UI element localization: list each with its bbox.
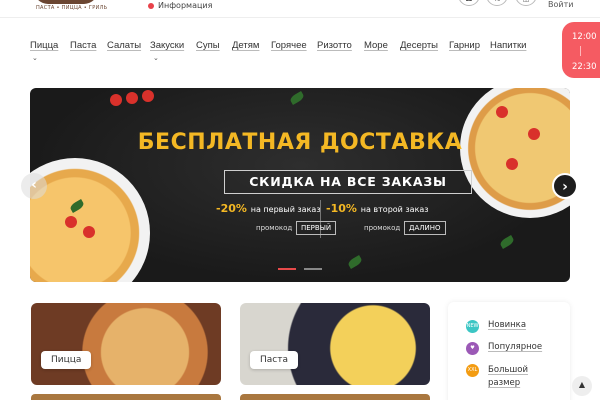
nav-item-desserts[interactable]: Десерты bbox=[400, 40, 438, 51]
tomato-decoration bbox=[126, 92, 138, 104]
login-link[interactable]: Войти bbox=[548, 0, 573, 9]
nav-item-hot[interactable]: Горячее bbox=[271, 40, 307, 51]
tomato-decoration bbox=[142, 90, 154, 102]
nav-item-drinks[interactable]: Напитки bbox=[490, 40, 526, 51]
hours-divider bbox=[580, 46, 581, 56]
promo2-code: ДАЛИНО bbox=[404, 221, 446, 235]
slider-prev-arrow-icon[interactable]: ‹ bbox=[21, 173, 47, 199]
legend-label: Популярное bbox=[488, 342, 543, 352]
new-badge-icon: NEW bbox=[466, 320, 479, 333]
promo1-code: ПЕРВЫЙ bbox=[296, 221, 337, 235]
nav-item-pizza[interactable]: Пицца bbox=[30, 40, 58, 51]
basil-leaf-decoration bbox=[346, 255, 364, 269]
tomato-decoration bbox=[496, 106, 508, 118]
tomato-decoration bbox=[65, 216, 77, 228]
promo-second-order: -10% на второй заказ bbox=[326, 202, 429, 215]
hours-close: 22:30 bbox=[572, 62, 597, 72]
promo1-text: на первый заказ bbox=[250, 205, 321, 214]
nav-item-risotto[interactable]: Ризотто bbox=[317, 40, 352, 51]
badge-legend: NEW Новинка ♥ Популярное XXL Большой раз… bbox=[448, 302, 570, 400]
cart-icon[interactable]: ◫ bbox=[515, 0, 537, 6]
basil-leaf-decoration bbox=[498, 235, 516, 249]
promo2-label: промокод bbox=[364, 224, 401, 232]
tomato-decoration bbox=[506, 158, 518, 170]
category-card-pizza[interactable]: Пицца bbox=[31, 303, 221, 385]
nav-item-snacks[interactable]: Закуски bbox=[150, 40, 184, 51]
category-card-next[interactable] bbox=[31, 394, 221, 400]
phone-icon[interactable]: ☎ bbox=[458, 0, 480, 6]
slider-dot[interactable] bbox=[304, 268, 322, 270]
banner-subheadline: СКИДКА НА ВСЕ ЗАКАЗЫ bbox=[224, 170, 472, 194]
promo1-percent: -20% bbox=[216, 202, 247, 215]
slider-dot-active[interactable] bbox=[278, 268, 296, 270]
percent-icon[interactable]: % bbox=[486, 0, 508, 6]
promo-banner[interactable]: БЕСПЛАТНАЯ ДОСТАВКА СКИДКА НА ВСЕ ЗАКАЗЫ… bbox=[30, 88, 570, 282]
chevron-down-icon[interactable]: ⌄ bbox=[32, 54, 38, 62]
category-card-pasta[interactable]: Паста bbox=[240, 303, 430, 385]
nav-item-kids[interactable]: Детям bbox=[232, 40, 259, 51]
basil-leaf-decoration bbox=[288, 91, 306, 105]
banner-headline: БЕСПЛАТНАЯ ДОСТАВКА bbox=[137, 130, 463, 155]
info-dot-icon bbox=[148, 2, 154, 9]
logo[interactable] bbox=[34, 0, 98, 4]
promo1-label: промокод bbox=[256, 224, 293, 232]
category-label: Паста bbox=[250, 351, 298, 369]
nav-item-garnish[interactable]: Гарнир bbox=[449, 40, 480, 51]
xxl-badge-icon: XXL bbox=[466, 364, 479, 377]
tomato-decoration bbox=[110, 94, 122, 106]
legend-label: Большой размер bbox=[488, 365, 528, 388]
category-label: Пицца bbox=[41, 351, 92, 369]
hours-open: 12:00 bbox=[572, 32, 597, 42]
header-bar: ПАСТА • ПИЦЦА • ГРИЛЬ Информация ☎ % ◫ В… bbox=[0, 0, 600, 18]
tomato-decoration bbox=[83, 226, 95, 238]
category-card-next[interactable] bbox=[240, 394, 430, 400]
slider-next-arrow-icon[interactable]: › bbox=[552, 173, 578, 199]
promo2-percent: -10% bbox=[326, 202, 357, 215]
heart-icon: ♥ bbox=[466, 342, 479, 355]
chevron-down-icon[interactable]: ⌄ bbox=[153, 54, 159, 62]
info-link[interactable]: Информация bbox=[148, 1, 212, 10]
promo2-text: на второй заказ bbox=[360, 205, 429, 214]
opening-hours-badge: 12:00 22:30 bbox=[562, 22, 600, 78]
promo-first-order: -20% на первый заказ bbox=[216, 202, 321, 215]
info-label: Информация bbox=[158, 1, 213, 10]
nav-item-sea[interactable]: Море bbox=[364, 40, 388, 51]
legend-label: Новинка bbox=[488, 320, 527, 330]
nav-item-pasta[interactable]: Паста bbox=[70, 40, 96, 51]
nav-item-soups[interactable]: Супы bbox=[196, 40, 220, 51]
nav-item-salads[interactable]: Салаты bbox=[107, 40, 141, 51]
logo-tagline: ПАСТА • ПИЦЦА • ГРИЛЬ bbox=[36, 5, 108, 11]
pizza-image bbox=[30, 158, 150, 282]
scroll-to-top-icon[interactable]: ▲ bbox=[572, 376, 592, 396]
